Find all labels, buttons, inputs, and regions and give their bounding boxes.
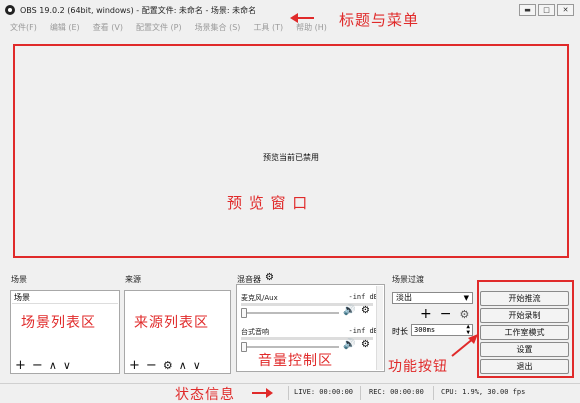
remove-source-icon[interactable]: − (146, 358, 157, 373)
annotation-arrowhead (290, 13, 298, 23)
menu-scene-collection[interactable]: 场景集合 (S) (195, 20, 241, 36)
add-transition-icon[interactable]: + (420, 306, 432, 322)
cpu-fps-status: CPU: 1.9%, 30.00 fps (441, 388, 526, 396)
chevron-down-icon: ▼ (463, 294, 469, 302)
add-source-icon[interactable]: + (129, 358, 140, 373)
annotation-arrow-status (252, 388, 273, 398)
transition-select[interactable]: 淡出 ▼ (392, 292, 473, 304)
annotation-arrow-controls (451, 334, 478, 357)
speaker-icon[interactable]: 🔊 (343, 339, 355, 350)
annotation-arrow (296, 17, 314, 19)
window-controls: ▬ □ ✕ (519, 4, 574, 16)
rec-status: REC: 00:00:00 (369, 388, 424, 396)
track-db-desktop: -inf dB (348, 327, 378, 335)
volume-slider-handle[interactable] (241, 308, 247, 318)
track-gear-icon[interactable]: ⚙ (361, 339, 370, 350)
remove-scene-icon[interactable]: − (32, 358, 43, 373)
menu-edit[interactable]: 编辑 (E) (50, 20, 80, 36)
status-separator (360, 386, 361, 400)
annotation-scene-list: 场景列表区 (21, 315, 96, 331)
add-scene-icon[interactable]: + (15, 358, 26, 373)
volume-slider-desktop[interactable] (243, 346, 339, 348)
scenes-label: 场景 (11, 275, 27, 284)
duration-value: 300ms (414, 326, 436, 334)
scene-list-item[interactable]: 场景 (12, 292, 118, 304)
annotation-title-menu: 标题与菜单 (339, 11, 420, 29)
maximize-button[interactable]: □ (538, 4, 555, 16)
menu-help[interactable]: 帮助 (H) (296, 20, 327, 36)
settings-button[interactable]: 设置 (480, 342, 569, 357)
track-name-mic: 麦克风/Aux (241, 294, 278, 302)
track-db-mic: -inf dB (348, 293, 378, 301)
transition-gear-icon[interactable]: ⚙ (459, 308, 469, 321)
scenes-toolbar: + − ∧ ∨ (11, 357, 119, 373)
remove-transition-icon[interactable]: − (440, 306, 452, 322)
annotation-status: 状态信息 (175, 387, 235, 403)
start-recording-button[interactable]: 开始录制 (480, 308, 569, 323)
annotation-preview: 预 览 窗 口 (227, 194, 309, 212)
move-up-icon[interactable]: ∧ (179, 359, 187, 372)
sources-panel: + − ⚙ ∧ ∨ (124, 290, 231, 374)
live-status: LIVE: 00:00:00 (294, 388, 354, 396)
move-down-icon[interactable]: ∨ (63, 359, 71, 372)
volume-slider-mic[interactable] (243, 312, 339, 314)
source-properties-gear-icon[interactable]: ⚙ (163, 359, 173, 372)
annotation-audio-mixer: 音量控制区 (258, 353, 333, 369)
start-streaming-button[interactable]: 开始推流 (480, 291, 569, 306)
transition-selected-value: 淡出 (396, 293, 412, 302)
status-bar: 状态信息 LIVE: 00:00:00 REC: 00:00:00 CPU: 1… (0, 383, 580, 403)
obs-logo-icon (5, 5, 15, 15)
sources-label: 来源 (125, 275, 141, 284)
track-name-desktop: 台式音响 (241, 328, 269, 336)
mixer-settings-gear-icon[interactable]: ⚙ (265, 272, 274, 283)
speaker-icon[interactable]: 🔊 (343, 305, 355, 316)
track-gear-icon[interactable]: ⚙ (361, 305, 370, 316)
volume-slider-handle[interactable] (241, 342, 247, 352)
annotation-controls: 功能按钮 (388, 359, 448, 375)
scenes-panel: 场景 + − ∧ ∨ (10, 290, 120, 374)
close-button[interactable]: ✕ (557, 4, 574, 16)
exit-button[interactable]: 退出 (480, 359, 569, 374)
duration-label: 时长 (392, 327, 408, 336)
status-separator (288, 386, 289, 400)
menu-tools[interactable]: 工具 (T) (253, 20, 283, 36)
menu-file[interactable]: 文件(F) (10, 20, 37, 36)
preview-disabled-message: 预览当前已禁用 (263, 153, 319, 162)
minimize-button[interactable]: ▬ (519, 4, 536, 16)
mixer-scrollbar[interactable] (376, 286, 383, 370)
preview-window[interactable]: 预览当前已禁用 预 览 窗 口 (13, 44, 569, 258)
transition-toolbar: + − ⚙ (420, 306, 469, 322)
menu-profile[interactable]: 配置文件 (P) (136, 20, 182, 36)
move-up-icon[interactable]: ∧ (49, 359, 57, 372)
window-title: OBS 19.0.2 (64bit, windows) - 配置文件: 未命名 … (20, 6, 257, 15)
menu-view[interactable]: 查看 (V) (93, 20, 123, 36)
sources-toolbar: + − ⚙ ∧ ∨ (125, 357, 230, 373)
annotation-source-list: 来源列表区 (134, 315, 209, 331)
transitions-label: 场景过渡 (392, 275, 424, 284)
move-down-icon[interactable]: ∨ (193, 359, 201, 372)
status-separator (433, 386, 434, 400)
studio-mode-button[interactable]: 工作室模式 (480, 325, 569, 340)
